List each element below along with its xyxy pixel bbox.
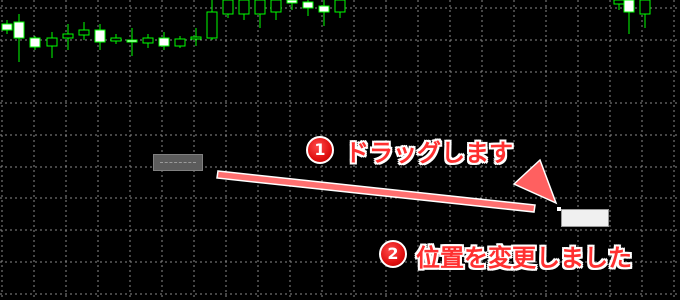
arrow-shaft (216, 170, 536, 213)
arrow-head (512, 158, 558, 205)
step-2-badge: 2 (379, 240, 407, 268)
step-1-label: ドラッグします (345, 139, 513, 167)
chart-window[interactable]: 1 ドラッグします 2 位置を変更しました (0, 0, 680, 300)
step-2-label: 位置を変更しました (416, 244, 632, 272)
step-1-badge: 1 (306, 136, 334, 164)
